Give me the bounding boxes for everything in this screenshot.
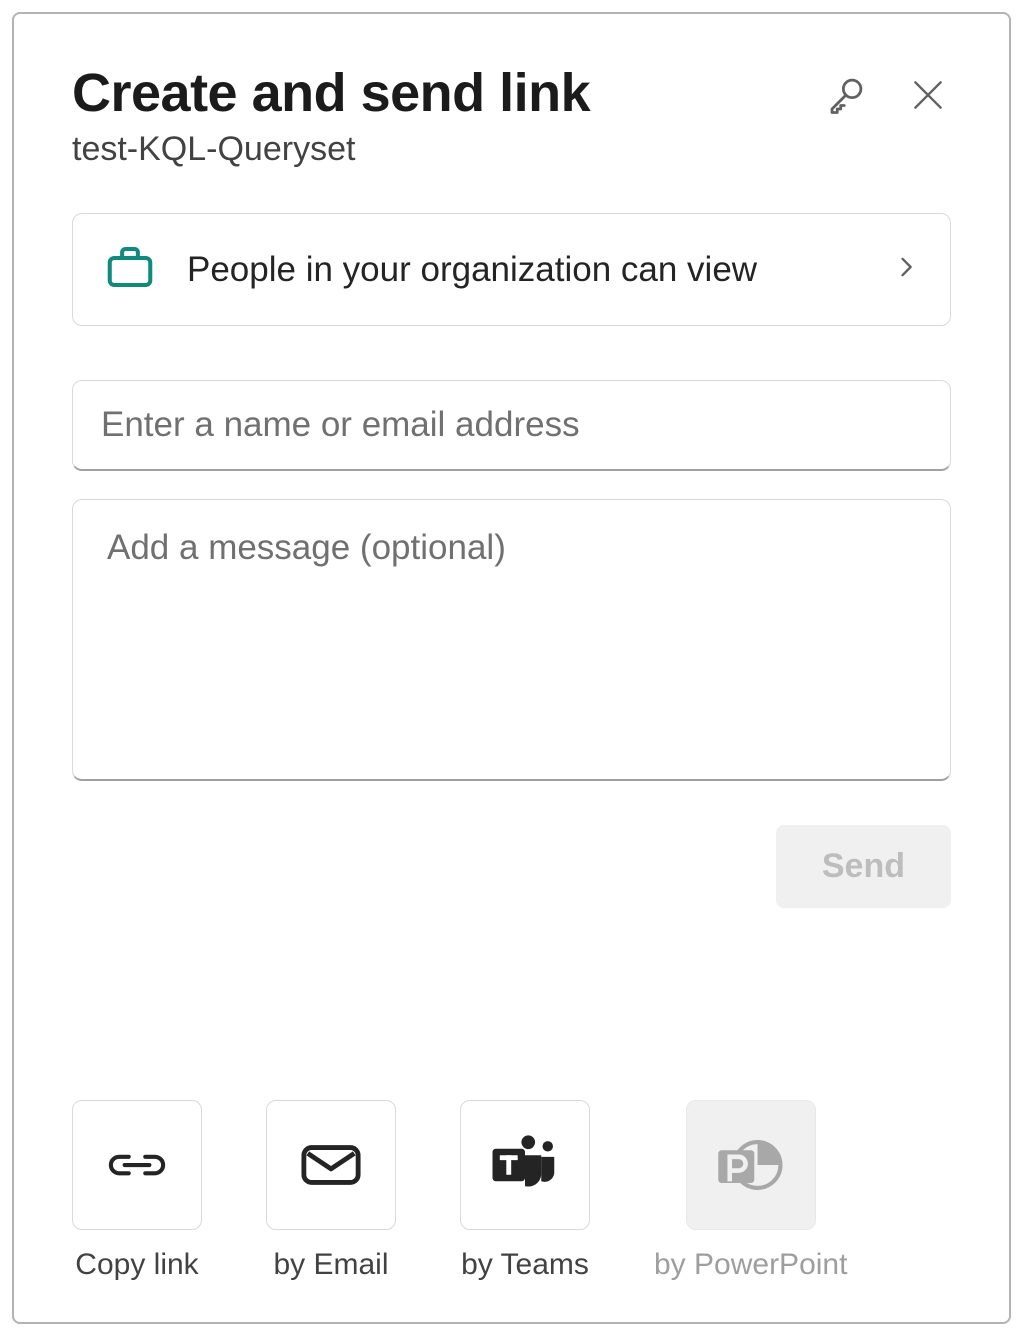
by-teams-tile [460,1100,590,1230]
by-powerpoint-option[interactable]: by PowerPoint [654,1100,847,1282]
by-email-tile [266,1100,396,1230]
by-email-label: by Email [273,1248,388,1282]
close-icon [909,76,947,114]
permissions-key-button[interactable] [821,70,871,120]
briefcase-icon [103,240,157,299]
by-teams-option[interactable]: by Teams [460,1100,590,1282]
mail-icon [300,1141,362,1189]
share-dialog: Create and send link test-KQL-Queryset [12,12,1011,1324]
permission-selector[interactable]: People in your organization can view [72,213,951,326]
by-email-option[interactable]: by Email [266,1100,396,1282]
send-row: Send [72,825,951,908]
header-actions [821,62,951,120]
close-button[interactable] [905,72,951,118]
by-powerpoint-label: by PowerPoint [654,1248,847,1282]
dialog-title: Create and send link [72,62,821,124]
key-icon [825,74,867,116]
copy-link-label: Copy link [75,1248,198,1282]
permission-text: People in your organization can view [187,245,862,294]
chevron-right-icon [892,253,920,286]
by-powerpoint-tile [686,1100,816,1230]
dialog-subtitle: test-KQL-Queryset [72,130,951,169]
link-icon [104,1143,170,1187]
share-options-row: Copy link by Email [72,1070,951,1282]
copy-link-option[interactable]: Copy link [72,1100,202,1282]
copy-link-tile [72,1100,202,1230]
teams-icon [486,1132,564,1198]
dialog-header: Create and send link [72,62,951,124]
message-textarea[interactable] [72,499,951,781]
recipient-input[interactable] [72,380,951,471]
send-button[interactable]: Send [776,825,951,908]
by-teams-label: by Teams [461,1248,589,1282]
powerpoint-icon [715,1134,787,1196]
